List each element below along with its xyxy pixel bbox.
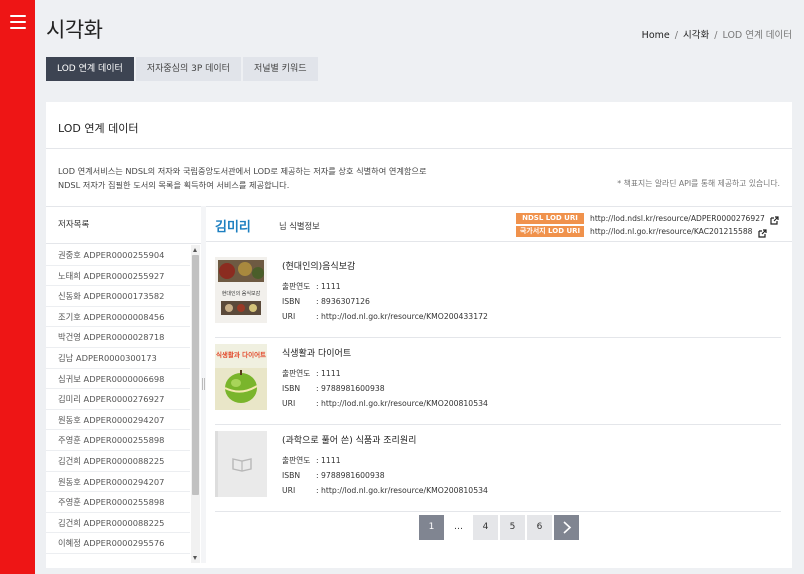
cover-source-note: * 책표지는 알라딘 API를 통해 제공하고 있습니다. (617, 179, 780, 188)
external-link-icon[interactable] (757, 227, 767, 238)
pagination: 1 … 4 5 6 (419, 515, 581, 540)
tab-lod-data[interactable]: LOD 연계 데이터 (46, 57, 134, 81)
breadcrumb-separator: / (714, 30, 718, 41)
breadcrumb-home[interactable]: Home (642, 30, 670, 41)
book-item: 식생활과 다이어트 식생활과 다이어트 출판연도 : 1111 ISBN : 978… (215, 338, 781, 425)
author-list-item[interactable]: 노태희 ADPER0000255927 (46, 266, 190, 287)
national-lod-uri-badge: 국가서지 LOD URI (516, 225, 584, 237)
author-list-item[interactable]: 주영훈 ADPER0000255898 (46, 430, 190, 451)
chevron-right-icon (563, 521, 572, 534)
meta-label-year: 출판연도 (282, 282, 311, 291)
book-title: 식생활과 다이어트 (282, 349, 352, 359)
book-cover-placeholder[interactable] (215, 431, 267, 497)
author-list-item[interactable]: 원동호 ADPER0000294207 (46, 410, 190, 431)
external-link-icon[interactable] (770, 214, 779, 225)
nl-uri-link[interactable]: http://lod.nl.go.kr/resource/KAC20121558… (590, 227, 753, 236)
author-list-panel: 저자목록 권중호 ADPER0000255904 노태희 ADPER000025… (46, 206, 202, 563)
author-list-item[interactable]: 박건영 ADPER0000028718 (46, 327, 190, 348)
book-meta: 출판연도 : 1111 ISBN : 9788981600938 URI : http… (282, 366, 488, 411)
tab-journal-keywords[interactable]: 저널별 키워드 (242, 57, 318, 81)
author-list-item[interactable]: 김건희 ADPER0000088225 (46, 513, 190, 534)
book-cover-image[interactable]: 식생활과 다이어트 (215, 344, 267, 410)
cover-title-text: 현대인의 음식보감 (222, 290, 261, 297)
meta-label-isbn: ISBN (282, 297, 301, 306)
author-list: 권중호 ADPER0000255904 노태희 ADPER0000255927 … (46, 245, 190, 554)
page-ellipsis: … (454, 522, 463, 532)
ndsl-uri-row: NDSL LOD URI http://lod.ndsl.kr/resource… (516, 212, 779, 225)
ndsl-uri-link[interactable]: http://lod.ndsl.kr/resource/ADPER0000276… (590, 214, 765, 223)
book-placeholder-icon (232, 458, 252, 472)
nl-uri-row: 국가서지 LOD URI http://lod.nl.go.kr/resourc… (516, 225, 767, 238)
page-button-5[interactable]: 5 (500, 515, 525, 540)
author-list-item[interactable]: 이혜정 ADPER0000295576 (46, 533, 190, 554)
splitter-grip-icon[interactable] (202, 378, 205, 390)
author-list-item[interactable]: 신동화 ADPER0000173582 (46, 286, 190, 307)
author-list-item[interactable]: 김미리 ADPER0000276927 (46, 389, 190, 410)
tab-author-3p-data[interactable]: 저자중심의 3P 데이터 (135, 57, 241, 81)
author-list-item[interactable]: 권중호 ADPER0000255904 (46, 245, 190, 266)
author-list-item[interactable]: 김남 ADPER0000300173 (46, 348, 190, 369)
book-uri[interactable]: : http://lod.nl.go.kr/resource/KMO200810… (316, 486, 488, 495)
book-isbn: : 8936307126 (316, 297, 370, 306)
book-title: (현대인의)음식보감 (282, 262, 356, 272)
book-uri[interactable]: : http://lod.nl.go.kr/resource/KMO200433… (316, 312, 488, 321)
meta-label-year: 출판연도 (282, 456, 311, 465)
page-title: 시각화 (46, 18, 103, 42)
content-panel: LOD 연계 데이터 LOD 연계서비스는 NDSL의 저자와 국립중앙도서관에… (46, 102, 792, 568)
breadcrumb: Home / 시각화 / LOD 연계 데이터 (642, 27, 792, 41)
book-item: 현대인의 음식보감 (현대인의)음식보감 출판연도 : 1111 ISBN : 89… (215, 251, 781, 338)
page-button-6[interactable]: 6 (527, 515, 552, 540)
meta-label-isbn: ISBN (282, 384, 301, 393)
sidebar-bar (0, 0, 35, 574)
page-button-4[interactable]: 4 (473, 515, 498, 540)
author-list-item[interactable]: 조기호 ADPER0000008456 (46, 307, 190, 328)
meta-label-isbn: ISBN (282, 471, 301, 480)
author-list-item[interactable]: 김건희 ADPER0000088225 (46, 451, 190, 472)
description-line: NDSL 저자가 집필한 도서의 목록을 획득하여 서비스를 제공합니다. (58, 180, 290, 190)
breadcrumb-section[interactable]: 시각화 (683, 30, 709, 41)
cover-title-text: 식생활과 다이어트 (216, 350, 266, 359)
scroll-down-arrow-icon[interactable] (193, 556, 197, 560)
author-list-scrollbar[interactable] (191, 245, 200, 563)
book-year: : 1111 (316, 456, 341, 465)
panel-description: LOD 연계서비스는 NDSL의 저자와 국립중앙도서관에서 LOD로 제공하는… (58, 164, 427, 192)
meta-label-uri: URI (282, 399, 296, 408)
book-title: (과학으로 풀어 쓴) 식품과 조리원리 (282, 436, 417, 446)
scroll-up-arrow-icon[interactable] (193, 248, 197, 252)
book-year: : 1111 (316, 282, 341, 291)
book-uri[interactable]: : http://lod.nl.go.kr/resource/KMO200810… (316, 399, 488, 408)
author-name: 김미리 (215, 220, 251, 235)
book-cover-image[interactable]: 현대인의 음식보감 (215, 257, 267, 323)
meta-label-uri: URI (282, 312, 296, 321)
book-meta: 출판연도 : 1111 ISBN : 8936307126 URI : http://… (282, 279, 488, 324)
tab-bar: LOD 연계 데이터 저자중심의 3P 데이터 저널별 키워드 (46, 57, 320, 81)
author-detail-panel: 김미리 님 식별정보 NDSL LOD URI http://lod.ndsl.… (206, 206, 792, 563)
author-list-item[interactable]: 원동호 ADPER0000294207 (46, 472, 190, 493)
book-isbn: : 9788981600938 (316, 384, 385, 393)
breadcrumb-current: LOD 연계 데이터 (722, 30, 793, 41)
author-list-header: 저자목록 (46, 207, 201, 244)
book-isbn: : 9788981600938 (316, 471, 385, 480)
page-button-1[interactable]: 1 (419, 515, 444, 540)
book-item: (과학으로 풀어 쓴) 식품과 조리원리 출판연도 : 1111 ISBN : 97… (215, 425, 781, 512)
author-identity-label: 님 식별정보 (279, 221, 320, 231)
description-line: LOD 연계서비스는 NDSL의 저자와 국립중앙도서관에서 LOD로 제공하는… (58, 166, 427, 176)
author-identity-header: 김미리 님 식별정보 NDSL LOD URI http://lod.ndsl.… (206, 207, 792, 242)
author-list-item[interactable]: 주영훈 ADPER0000255898 (46, 492, 190, 513)
book-year: : 1111 (316, 369, 341, 378)
meta-label-uri: URI (282, 486, 296, 495)
next-page-button[interactable] (554, 515, 579, 540)
meta-label-year: 출판연도 (282, 369, 311, 378)
divider (46, 148, 792, 149)
panel-title: LOD 연계 데이터 (58, 122, 139, 135)
scrollbar-thumb[interactable] (192, 255, 199, 495)
ndsl-lod-uri-badge: NDSL LOD URI (516, 212, 584, 224)
author-list-item[interactable]: 심귀보 ADPER0000006698 (46, 369, 190, 390)
book-meta: 출판연도 : 1111 ISBN : 9788981600938 URI : http… (282, 453, 488, 498)
breadcrumb-separator: / (674, 30, 678, 41)
hamburger-menu-icon[interactable] (10, 15, 26, 29)
